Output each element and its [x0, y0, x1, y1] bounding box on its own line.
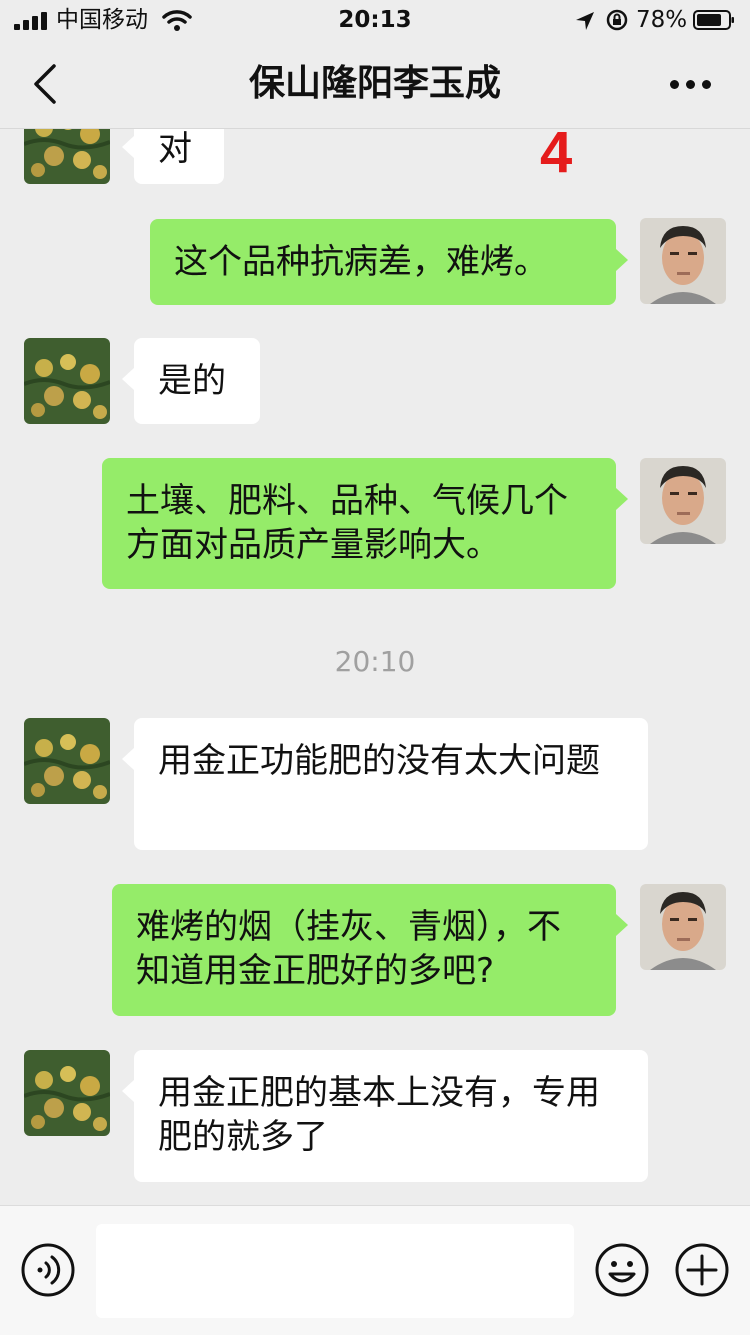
location-arrow-icon — [576, 12, 594, 30]
user-avatar[interactable] — [640, 458, 726, 544]
more-icon[interactable] — [668, 74, 712, 94]
incoming-message-bubble[interactable]: 是的 — [122, 338, 260, 424]
voice-icon[interactable] — [20, 1242, 76, 1298]
status-bar: 中国移动 20:13 78% — [0, 0, 750, 40]
contact-avatar[interactable] — [24, 718, 110, 804]
outgoing-message-bubble[interactable]: 难烤的烟（挂灰、青烟），不知道用金正肥好的多吧? — [112, 884, 628, 1016]
incoming-message-bubble[interactable]: 用金正功能肥的没有太大问题 — [122, 718, 648, 850]
plus-icon[interactable] — [674, 1242, 730, 1298]
message-timestamp: 20:10 — [334, 645, 416, 678]
incoming-message-bubble[interactable]: 对 — [122, 129, 224, 184]
user-avatar[interactable] — [640, 884, 726, 970]
user-avatar[interactable] — [640, 218, 726, 304]
outgoing-message-bubble[interactable]: 土壤、肥料、品种、气候几个方面对品质产量影响大。 — [102, 458, 628, 589]
incoming-message-bubble[interactable]: 用金正肥的基本上没有，专用肥的就多了 — [122, 1050, 648, 1182]
rotation-lock-icon — [606, 9, 628, 31]
battery-percent: 78% — [636, 7, 688, 33]
contact-avatar[interactable] — [24, 129, 110, 184]
emoji-icon[interactable] — [594, 1242, 650, 1298]
contact-avatar[interactable] — [24, 1050, 110, 1136]
input-bar — [0, 1205, 750, 1335]
chat-area[interactable]: 对 4 这个品种抗病差，难烤。 是的 土壤、肥料、品种、气候几个方面对品质产量影… — [0, 129, 750, 1205]
contact-avatar[interactable] — [24, 338, 110, 424]
overlay-number: 4 — [540, 129, 573, 185]
chat-title: 保山隆阳李玉成 — [248, 63, 501, 104]
navigation-bar: 保山隆阳李玉成 — [0, 40, 750, 129]
outgoing-message-bubble[interactable]: 这个品种抗病差，难烤。 — [150, 219, 628, 305]
battery-icon — [693, 10, 734, 30]
message-input[interactable] — [96, 1224, 574, 1318]
